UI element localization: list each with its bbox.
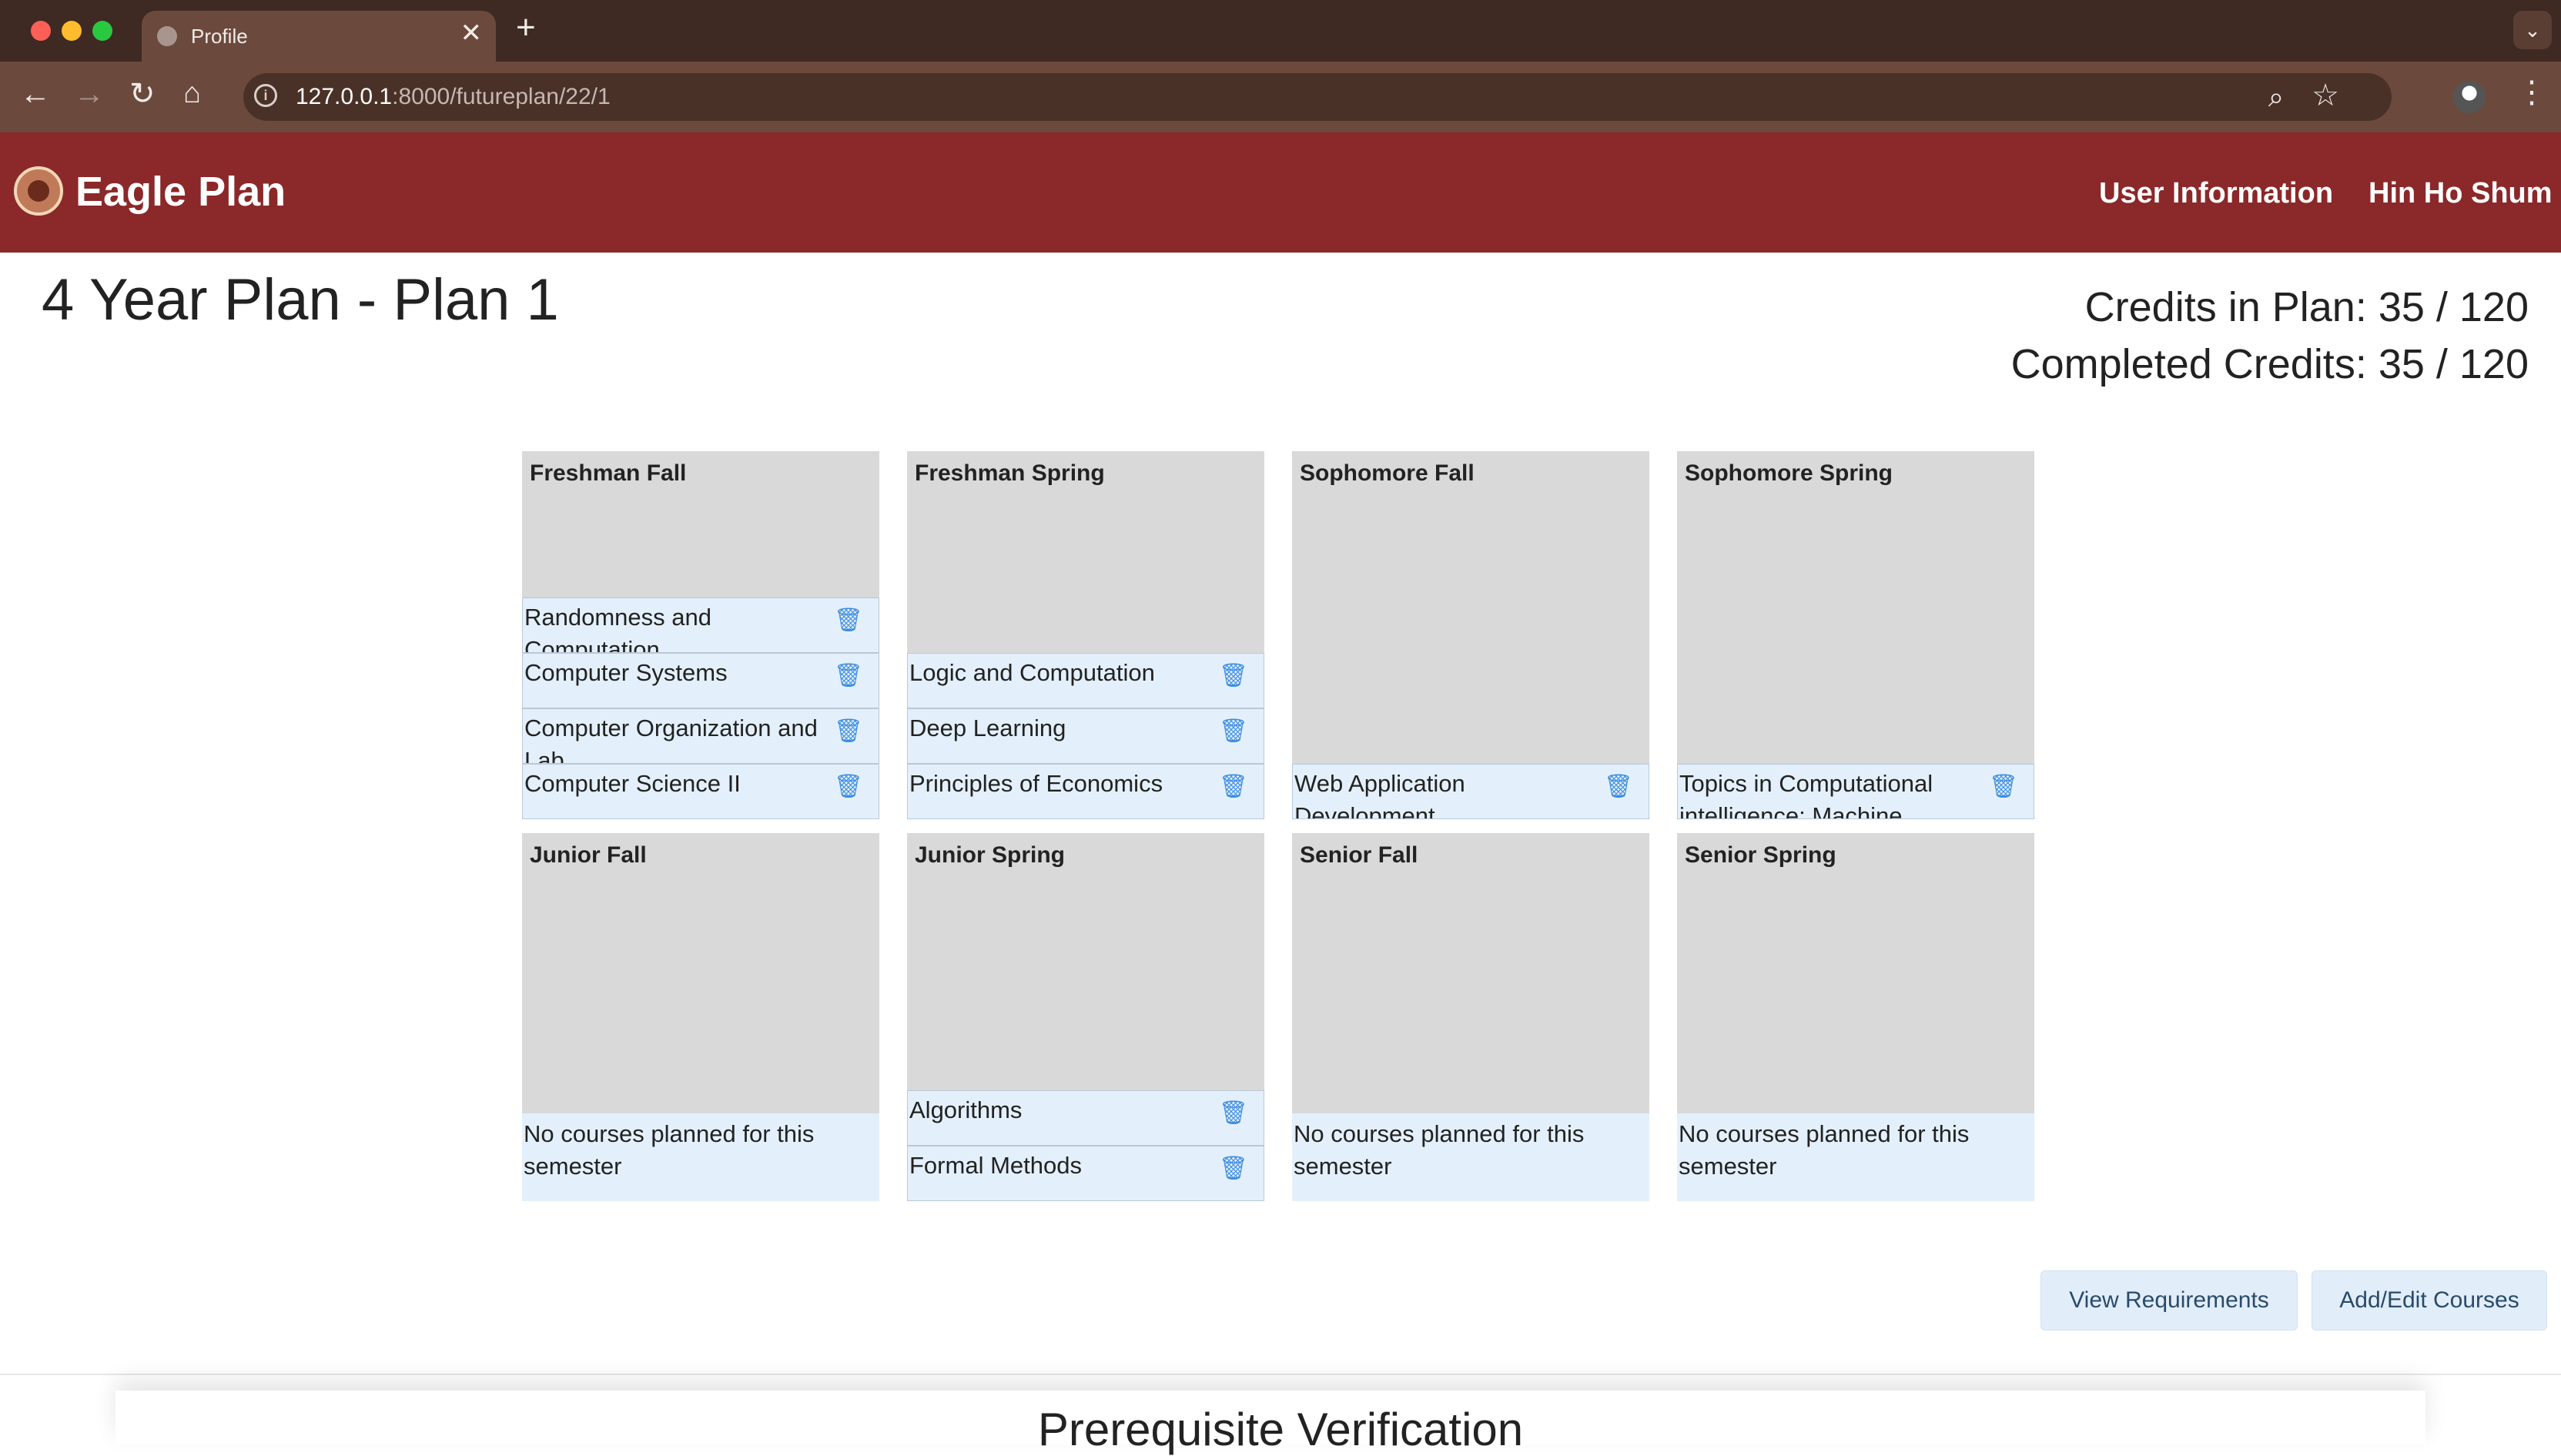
browser-toolbar: ← → ↻ ⌂ i 127.0.0.1:8000/futureplan/22/1… [0,62,2561,132]
window-close-button[interactable] [31,21,51,41]
semester-senior-spring: Senior Spring No courses planned for thi… [1677,833,2034,1201]
trash-icon[interactable]: 🗑 [834,609,863,632]
trash-icon[interactable]: 🗑 [1989,775,2018,798]
trash-icon[interactable]: 🗑 [1219,1102,1248,1125]
semester-title: Sophomore Fall [1300,460,1475,486]
semester-junior-fall: Junior Fall No courses planned for this … [522,833,879,1201]
empty-semester-text: No courses planned for this semester [524,1120,815,1180]
course-item[interactable]: Computer Systems 🗑 [522,653,879,708]
tab-search-button[interactable]: ⌄ [2513,11,2552,49]
semester-title: Freshman Fall [530,460,687,486]
view-requirements-button[interactable]: View Requirements [2040,1270,2298,1330]
trash-icon[interactable]: 🗑 [1219,664,1248,688]
empty-semester-message: No courses planned for this semester [1677,1113,2034,1201]
course-name: Principles of Economics [909,770,1163,797]
trash-icon[interactable]: 🗑 [1604,775,1633,798]
globe-icon [157,26,177,46]
semester-title: Senior Fall [1300,842,1418,868]
semester-title: Junior Spring [915,842,1065,868]
course-item[interactable]: Formal Methods 🗑 [907,1146,1264,1201]
nav-user-name[interactable]: Hin Ho Shum [2369,177,2553,210]
window-minimize-button[interactable] [62,21,82,41]
browser-tab[interactable]: Profile ✕ [142,11,496,62]
page-title: 4 Year Plan - Plan 1 [42,267,559,333]
course-item[interactable]: Topics in Computational intelligence: Ma… [1677,764,2034,819]
semester-title: Sophomore Spring [1685,460,1893,486]
course-name: Computer Organization and Lab [524,715,818,764]
empty-semester-message: No courses planned for this semester [522,1113,879,1201]
credits-in-plan: Credits in Plan: 35 / 120 [2084,284,2529,330]
semester-sophomore-spring: Sophomore Spring Topics in Computational… [1677,451,2034,819]
home-icon[interactable]: ⌂ [183,79,201,108]
course-name: Computer Systems [524,659,728,686]
course-item[interactable]: Principles of Economics 🗑 [907,764,1264,819]
empty-semester-text: No courses planned for this semester [1679,1120,1970,1180]
course-item[interactable]: Web Application Development 🗑 [1292,764,1649,819]
trash-icon[interactable]: 🗑 [1219,775,1248,798]
nav-user-information[interactable]: User Information [2099,177,2333,210]
trash-icon[interactable]: 🗑 [834,664,863,688]
course-name: Deep Learning [909,715,1066,741]
new-tab-button[interactable]: + [516,11,536,45]
semester-sophomore-fall: Sophomore Fall Web Application Developme… [1292,451,1649,819]
semester-junior-spring: Junior Spring Algorithms 🗑 Formal Method… [907,833,1264,1201]
course-name: Logic and Computation [909,659,1155,686]
browser-menu-icon[interactable]: ⋮ [2516,77,2547,108]
course-name: Topics in Computational intelligence: Ma… [1679,770,1933,819]
trash-icon[interactable]: 🗑 [1219,1157,1248,1180]
prerequisite-verification-title: Prerequisite Verification [1037,1404,1524,1455]
profile-avatar[interactable] [2453,81,2486,113]
course-item[interactable]: Computer Science II 🗑 [522,764,879,819]
course-name: Randomness and Computation [524,604,711,653]
tab-close-icon[interactable]: ✕ [460,20,483,46]
site-info-icon[interactable]: i [254,84,277,107]
empty-semester-message: No courses planned for this semester [1292,1113,1649,1201]
course-item[interactable]: Algorithms 🗑 [907,1090,1264,1146]
empty-semester-text: No courses planned for this semester [1294,1120,1585,1180]
semester-senior-fall: Senior Fall No courses planned for this … [1292,833,1649,1201]
app-header: Eagle Plan User Information Hin Ho Shum [0,132,2561,253]
completed-credits: Completed Credits: 35 / 120 [2010,341,2529,387]
course-name: Computer Science II [524,770,741,797]
reload-icon[interactable]: ↻ [129,79,156,109]
window-zoom-button[interactable] [92,21,112,41]
bookmark-star-icon[interactable]: ☆ [2312,78,2339,113]
brand-link[interactable]: Eagle Plan [75,168,286,216]
eagle-logo[interactable] [14,166,63,216]
forward-icon[interactable]: → [74,79,105,109]
trash-icon[interactable]: 🗑 [834,775,863,798]
course-name: Formal Methods [909,1152,1082,1179]
course-item[interactable]: Randomness and Computation 🗑 [522,597,879,653]
address-bar[interactable]: i 127.0.0.1:8000/futureplan/22/1 ⌕ ☆ [243,73,2392,121]
trash-icon[interactable]: 🗑 [834,720,863,743]
back-icon[interactable]: ← [20,79,51,109]
semester-title: Junior Fall [530,842,647,868]
browser-tab-bar: Profile ✕ + ⌄ [0,0,2561,62]
course-name: Web Application Development [1294,770,1465,819]
course-item[interactable]: Computer Organization and Lab 🗑 [522,708,879,764]
course-name: Algorithms [909,1096,1023,1123]
semester-freshman-fall: Freshman Fall Randomness and Computation… [522,451,879,819]
course-item[interactable]: Logic and Computation 🗑 [907,653,1264,708]
course-item[interactable]: Deep Learning 🗑 [907,708,1264,764]
zoom-icon[interactable]: ⌕ [2268,81,2284,114]
tab-title: Profile [191,25,248,48]
semester-title: Senior Spring [1685,842,1836,868]
section-divider [0,1374,2561,1375]
semester-freshman-spring: Freshman Spring Logic and Computation 🗑 … [907,451,1264,819]
semester-title: Freshman Spring [915,460,1105,486]
trash-icon[interactable]: 🗑 [1219,720,1248,743]
add-edit-courses-button[interactable]: Add/Edit Courses [2312,1270,2547,1330]
url-text: 127.0.0.1:8000/futureplan/22/1 [296,84,611,109]
